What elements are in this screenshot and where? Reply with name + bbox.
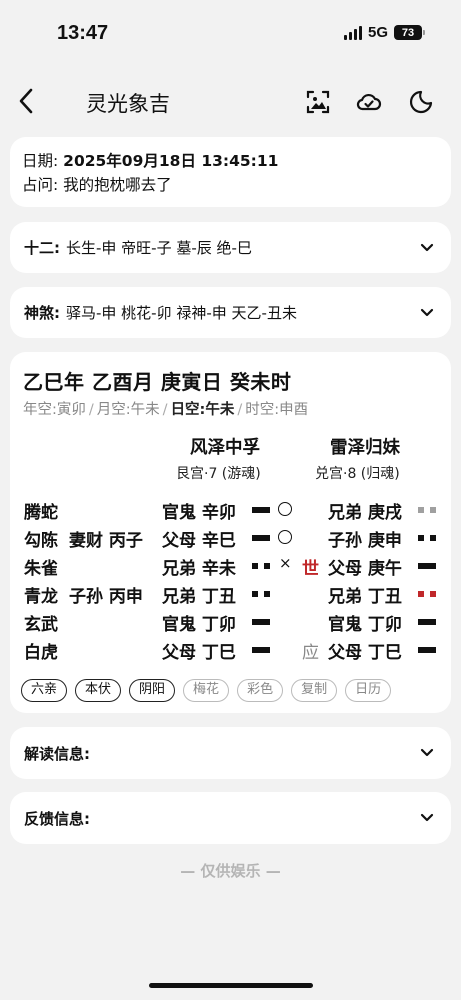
moving-yin-cross: × xyxy=(279,554,292,572)
chevron-down-icon[interactable] xyxy=(419,810,435,826)
save-image-icon[interactable] xyxy=(304,88,332,116)
yao-row: 朱雀 兄弟 辛未 × 世父母 庚午 xyxy=(10,554,451,580)
question-info-card: 日期: 2025年09月18日 13:45:11 占问: 我的抱枕哪去了 xyxy=(10,137,451,207)
changed-yao-text: 父母 庚午 xyxy=(328,559,402,579)
yin-line-icon xyxy=(418,591,436,597)
hidden-line: 妻财 丙子 xyxy=(69,531,143,551)
nav-bar: 灵光象吉 xyxy=(0,80,461,124)
option-chips: 六亲 本伏 阴阳 梅花 彩色 复制 日历 xyxy=(21,679,392,702)
chevron-down-icon[interactable] xyxy=(419,240,435,256)
home-indicator[interactable] xyxy=(149,983,313,988)
back-icon[interactable] xyxy=(14,86,38,116)
day-void: 日空:午未 xyxy=(170,402,235,418)
yao-row: 玄武 官鬼 丁卯 官鬼 丁卯 xyxy=(10,610,451,636)
chip-5[interactable]: 复制 xyxy=(291,679,338,702)
yang-line-icon xyxy=(252,647,270,653)
twelve-stages-label: 十二: xyxy=(24,239,60,257)
original-yao-text: 兄弟 辛未 xyxy=(162,559,236,579)
shensha-row[interactable]: 神煞: 驿马-申 桃花-卯 禄神-申 天乙-丑未 xyxy=(10,287,451,338)
hidden-line: 子孙 丙申 xyxy=(69,587,143,607)
status-indicators: 5G 73 xyxy=(343,24,425,41)
six-spirit: 勾陈 xyxy=(24,531,58,551)
original-hexagram-name: 风泽中孚 xyxy=(190,438,260,458)
changed-yao-text: 兄弟 丁丑 xyxy=(328,587,402,607)
void-branches: 年空:寅卯 / 月空:午未 / 日空:午未 / 时空:申酉 xyxy=(23,402,309,418)
yang-line-icon xyxy=(252,507,270,513)
date-line: 日期: 2025年09月18日 13:45:11 xyxy=(22,149,439,173)
yang-line-icon xyxy=(252,619,270,625)
status-time: 13:47 xyxy=(57,22,109,44)
moon-icon[interactable] xyxy=(407,88,435,116)
changed-yao-text: 官鬼 丁卯 xyxy=(328,615,402,635)
chevron-down-icon[interactable] xyxy=(419,745,435,761)
question-line: 占问: 我的抱枕哪去了 xyxy=(22,173,439,197)
yao-row: 勾陈 妻财 丙子 父母 辛巳 子孙 庚申 xyxy=(10,526,451,552)
yin-line-icon xyxy=(252,563,270,569)
shensha-label: 神煞: xyxy=(24,304,60,322)
six-spirit: 腾蛇 xyxy=(24,503,58,523)
chip-6[interactable]: 日历 xyxy=(345,679,392,702)
changed-yao-text: 子孙 庚申 xyxy=(328,531,402,551)
moving-yang-circle-icon xyxy=(278,502,292,516)
yao-row: 腾蛇 官鬼 辛卯 兄弟 庚戌 xyxy=(10,498,451,524)
signal-icon xyxy=(343,25,362,40)
yin-line-icon xyxy=(418,507,436,513)
changed-yao-text: 兄弟 庚戌 xyxy=(328,503,402,523)
year-void: 年空:寅卯 xyxy=(23,402,86,418)
six-spirit: 白虎 xyxy=(24,643,58,663)
cloud-check-icon[interactable] xyxy=(355,88,383,116)
original-yao-text: 官鬼 辛卯 xyxy=(162,503,236,523)
chip-4[interactable]: 彩色 xyxy=(237,679,284,702)
date-value: 2025年09月18日 13:45:11 xyxy=(63,152,279,170)
interpretation-label: 解读信息: xyxy=(24,744,90,763)
changed-hexagram-palace: 兑宫·8 (归魂) xyxy=(315,466,400,482)
question-value: 我的抱枕哪去了 xyxy=(63,176,172,194)
six-spirit: 青龙 xyxy=(24,587,58,607)
shensha-value: 驿马-申 桃花-卯 禄神-申 天乙-丑未 xyxy=(66,304,297,322)
chip-1[interactable]: 本伏 xyxy=(75,679,122,702)
hexagram-card: 乙巳年 乙酉月 庚寅日 癸未时 年空:寅卯 / 月空:午未 / 日空:午未 / 时空:申酉 … xyxy=(10,352,451,713)
question-label: 占问: xyxy=(22,176,59,194)
yao-row: 白虎 父母 丁巳应父母 丁巳 xyxy=(10,638,451,664)
shi-marker: 世 xyxy=(302,559,319,579)
feedback-label: 反馈信息: xyxy=(24,809,90,828)
hour-void: 时空:申酉 xyxy=(245,402,309,418)
status-bar: 13:47 5G 73 xyxy=(0,0,461,60)
twelve-stages-row[interactable]: 十二: 长生-申 帝旺-子 墓-辰 绝-巳 xyxy=(10,222,451,273)
network-type: 5G xyxy=(367,24,388,41)
changed-yao-text: 父母 丁巳 xyxy=(328,643,402,663)
chip-2[interactable]: 阴阳 xyxy=(129,679,176,702)
month-void: 月空:午未 xyxy=(96,402,160,418)
twelve-stages-value: 长生-申 帝旺-子 墓-辰 绝-巳 xyxy=(66,239,252,257)
moving-yang-circle-icon xyxy=(278,530,292,544)
battery-icon: 73 xyxy=(394,25,422,40)
yang-line-icon xyxy=(418,647,436,653)
battery-tip xyxy=(423,30,425,35)
disclaimer: — 仅供娱乐 — xyxy=(180,862,281,880)
chevron-down-icon[interactable] xyxy=(419,305,435,321)
four-pillars: 乙巳年 乙酉月 庚寅日 癸未时 xyxy=(23,370,292,394)
chip-3[interactable]: 梅花 xyxy=(183,679,230,702)
six-spirit: 朱雀 xyxy=(24,559,58,579)
interpretation-row[interactable]: 解读信息: xyxy=(10,727,451,779)
original-yao-text: 官鬼 丁卯 xyxy=(162,615,236,635)
yang-line-icon xyxy=(418,619,436,625)
six-spirit: 玄武 xyxy=(24,615,58,635)
yang-line-icon xyxy=(252,535,270,541)
feedback-row[interactable]: 反馈信息: xyxy=(10,792,451,844)
original-yao-text: 父母 丁巳 xyxy=(162,643,236,663)
original-hexagram-palace: 艮宫·7 (游魂) xyxy=(176,466,261,482)
yao-row: 青龙 子孙 丙申 兄弟 丁丑 兄弟 丁丑 xyxy=(10,582,451,608)
date-label: 日期: xyxy=(22,152,59,170)
yin-line-icon xyxy=(418,535,436,541)
yang-line-icon xyxy=(418,563,436,569)
yin-line-icon xyxy=(252,591,270,597)
page-title: 灵光象吉 xyxy=(86,92,170,116)
original-yao-text: 兄弟 丁丑 xyxy=(162,587,236,607)
original-yao-text: 父母 辛巳 xyxy=(162,531,236,551)
ying-marker: 应 xyxy=(302,643,319,663)
changed-hexagram-name: 雷泽归妹 xyxy=(330,438,400,458)
chip-0[interactable]: 六亲 xyxy=(21,679,68,702)
